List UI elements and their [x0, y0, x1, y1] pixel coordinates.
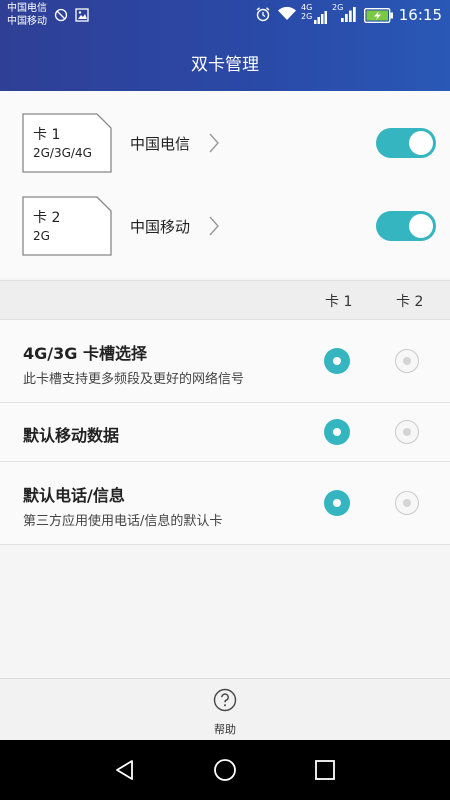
app-header: 中国电信 中国移动 4G 2G 2G 16:15 双卡管理 — [0, 0, 450, 91]
sim-1-networks: 2G/3G/4G — [33, 146, 92, 160]
sim-list: 卡 1 2G/3G/4G 中国电信 卡 2 2G 中国移动 — [0, 91, 450, 278]
sim-card-2: 卡 2 2G — [22, 196, 112, 256]
navigation-bar — [0, 740, 450, 800]
carrier-names: 中国电信 中国移动 — [7, 2, 47, 28]
sim-row-2[interactable]: 卡 2 2G 中国移动 — [0, 196, 450, 286]
help-button[interactable]: 帮助 — [195, 679, 255, 741]
sim-2-operator[interactable]: 中国移动 — [130, 216, 190, 237]
page-title: 双卡管理 — [191, 55, 259, 75]
option-row-4g-slot[interactable]: 4G/3G 卡槽选择 此卡槽支持更多频段及更好的网络信号 — [0, 320, 450, 403]
help-icon — [213, 688, 237, 712]
image-icon — [75, 7, 89, 26]
option-4g-slot-radio-card-2[interactable] — [395, 349, 419, 373]
sim-2-toggle-knob — [409, 214, 433, 238]
option-mobile-data-title: 默认移动数据 — [23, 426, 120, 445]
status-time: 16:15 — [398, 6, 442, 24]
battery-charging-icon — [363, 7, 394, 27]
home-circle-icon — [214, 759, 236, 781]
alarm-icon — [255, 6, 271, 26]
signal-2-icon — [341, 7, 357, 26]
column-header: 卡 1 卡 2 — [0, 280, 450, 320]
help-label: 帮助 — [214, 723, 236, 736]
nav-recents-button[interactable] — [305, 752, 345, 788]
option-4g-slot-title: 4G/3G 卡槽选择 — [23, 344, 147, 363]
network-type-indicator: 4G 2G — [301, 3, 312, 21]
option-4g-slot-subtitle: 此卡槽支持更多频段及更好的网络信号 — [23, 372, 245, 387]
sim-row-1[interactable]: 卡 1 2G/3G/4G 中国电信 — [0, 113, 450, 203]
network-type-bottom: 2G — [301, 12, 313, 21]
sim-2-name: 卡 2 — [33, 210, 61, 226]
sim-2-toggle[interactable] — [376, 211, 436, 241]
option-calls-messages-radio-card-1[interactable] — [324, 490, 350, 516]
sim-1-operator[interactable]: 中国电信 — [130, 133, 190, 154]
sim-1-name: 卡 1 — [33, 127, 61, 143]
content-spacer — [0, 545, 450, 678]
carrier-1-label: 中国电信 — [7, 3, 47, 14]
option-calls-messages-radio-card-2[interactable] — [395, 491, 419, 515]
column-card-2: 卡 2 — [396, 294, 424, 310]
option-4g-slot-radio-card-1[interactable] — [324, 348, 350, 374]
sim-1-toggle-knob — [409, 131, 433, 155]
sim-1-toggle[interactable] — [376, 128, 436, 158]
carrier-2-label: 中国移动 — [7, 16, 47, 27]
option-mobile-data-radio-card-2[interactable] — [395, 420, 419, 444]
bottom-action-bar: 帮助 — [0, 678, 450, 740]
title-bar: 双卡管理 — [0, 32, 450, 91]
option-row-mobile-data[interactable]: 默认移动数据 — [0, 403, 450, 462]
sim-2-networks: 2G — [33, 229, 50, 243]
option-mobile-data-radio-card-1[interactable] — [324, 419, 350, 445]
chevron-right-icon[interactable] — [208, 132, 220, 158]
no-disturb-icon — [54, 7, 68, 26]
sim-card-1: 卡 1 2G/3G/4G — [22, 113, 112, 173]
status-bar: 中国电信 中国移动 4G 2G 2G 16:15 — [0, 0, 450, 32]
back-triangle-icon — [116, 760, 133, 780]
chevron-right-icon[interactable] — [208, 215, 220, 241]
column-card-1: 卡 1 — [325, 294, 353, 310]
nav-back-button[interactable] — [105, 752, 145, 788]
recents-square-icon — [315, 760, 335, 780]
option-calls-messages-title: 默认电话/信息 — [23, 486, 125, 505]
option-row-calls-messages[interactable]: 默认电话/信息 第三方应用使用电话/信息的默认卡 — [0, 462, 450, 545]
network-type-top: 4G — [301, 3, 313, 12]
wifi-icon — [277, 6, 297, 26]
option-calls-messages-subtitle: 第三方应用使用电话/信息的默认卡 — [23, 514, 223, 529]
signal-1-icon — [314, 9, 328, 28]
nav-home-button[interactable] — [205, 752, 245, 788]
